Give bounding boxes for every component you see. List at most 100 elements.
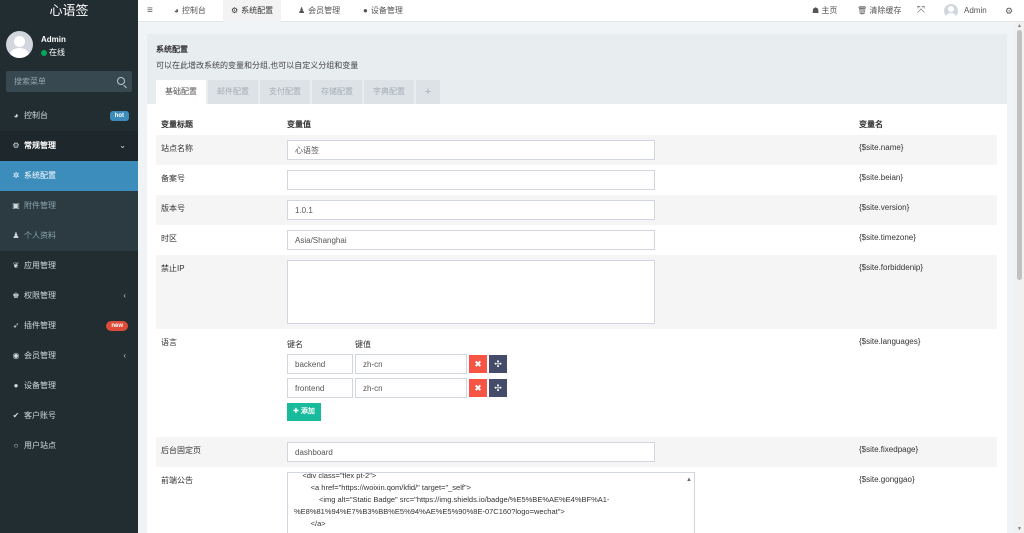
tab-label: 会员管理 (308, 6, 341, 15)
var-name: {$site.fixedpage} (859, 445, 919, 454)
sidebar-item-members[interactable]: ◉ 会员管理 ‹ (0, 341, 138, 371)
sidebar-item-apps[interactable]: ❦ 应用管理 (0, 251, 138, 281)
sidebar-item-label: 常规管理 (24, 141, 56, 150)
new-badge: new (106, 321, 128, 331)
table-row: 站点名称 {$site.name} (156, 135, 997, 165)
add-tab-button[interactable]: + (416, 80, 440, 104)
tab-members[interactable]: ♟ 会员管理 (290, 0, 348, 22)
code-line: %E8%81%94%E7%B3%BB%E5%94%AE%E5%90%8E-07C… (294, 507, 565, 516)
sidebar-item-devices[interactable]: ● 设备管理 (0, 371, 138, 401)
announcement-code-editor[interactable]: <div class="flex pt-2"> <a href="https:/… (287, 472, 695, 533)
add-label: 添加 (300, 408, 315, 415)
gear-circle-icon: ● (363, 6, 368, 15)
online-dot-icon (41, 49, 47, 56)
panel-header: 系统配置 可以在此增改系统的变量和分组,也可以自定义分组和变量 基础配置 邮件配… (147, 34, 1007, 104)
page-scrollbar[interactable]: ▲ ▼ (1015, 22, 1024, 533)
sidebar-item-sites[interactable]: ○ 用户站点 (0, 431, 138, 461)
sidebar-item-label: 应用管理 (24, 261, 56, 270)
dashboard-icon: ◕ (13, 111, 19, 120)
sidebar-item-label: 用户站点 (24, 441, 56, 450)
sidebar-item-label: 客户账号 (24, 411, 56, 420)
code-line: <img alt="Static Badge" src="https://img… (294, 495, 610, 504)
tab-dashboard[interactable]: ◕ 控制台 (166, 0, 214, 22)
drag-handle[interactable]: ✣ (489, 379, 507, 397)
tab-email[interactable]: 邮件配置 (208, 80, 258, 104)
dashboard-icon: ◕ (174, 6, 179, 15)
search-input[interactable] (6, 71, 106, 92)
user-panel: Admin 在线 (0, 22, 138, 66)
scroll-up-arrow-icon[interactable]: ▲ (686, 474, 692, 486)
row-label: 后台固定页 (161, 446, 201, 455)
version-input[interactable] (287, 200, 655, 220)
sidebar-item-attachment[interactable]: ▣ 附件管理 (0, 191, 138, 221)
table-row: 时区 {$site.timezone} (156, 225, 997, 255)
delete-button[interactable]: ✖ (469, 379, 487, 397)
rocket-icon: ➶ (12, 321, 20, 330)
sidebar-item-accounts[interactable]: ✔ 客户账号 (0, 401, 138, 431)
top-avatar[interactable] (944, 4, 958, 18)
language-key-input[interactable] (287, 354, 353, 374)
language-key-input[interactable] (287, 378, 353, 398)
leaf-icon: ❦ (12, 261, 20, 270)
forbidden-ip-textarea[interactable] (287, 260, 655, 324)
admin-menu[interactable]: Admin (964, 0, 987, 22)
drag-handle[interactable]: ✣ (489, 355, 507, 373)
arrows-icon: ✣ (494, 359, 502, 369)
sidebar-item-config[interactable]: ✲ 系统配置 (0, 161, 138, 191)
search-icon[interactable] (117, 77, 125, 85)
sidebar-item-label: 设备管理 (24, 381, 56, 390)
user-circle-icon: ◉ (12, 351, 20, 360)
file-image-icon: ▣ (12, 201, 20, 210)
scroll-up-icon[interactable]: ▲ (1017, 23, 1022, 29)
group-icon: ♚ (12, 291, 20, 300)
sidebar-item-general[interactable]: ⚙ 常规管理 ⌄ (0, 131, 138, 161)
sidebar-item-auth[interactable]: ♚ 权限管理 ‹ (0, 281, 138, 311)
scroll-down-icon[interactable]: ▼ (1017, 526, 1022, 532)
fixed-page-input[interactable] (287, 442, 655, 462)
tab-payment[interactable]: 支付配置 (260, 80, 310, 104)
timezone-input[interactable] (287, 230, 655, 250)
table-row: 后台固定页 {$site.fixedpage} (156, 437, 997, 467)
tab-basic[interactable]: 基础配置 (156, 80, 206, 104)
tab-storage[interactable]: 存储配置 (312, 80, 362, 104)
sidebar-item-label: 附件管理 (24, 201, 56, 210)
sidebar-item-plugins[interactable]: ➶ 插件管理 new (0, 311, 138, 341)
sidebar-menu: ◕ 控制台 hot ⚙ 常规管理 ⌄ ✲ 系统配置 ▣ 附件管理 ♟ 个人资料 … (0, 101, 138, 461)
bars-icon[interactable]: ≡ (147, 5, 153, 16)
tab-devices[interactable]: ● 设备管理 (355, 0, 411, 22)
chevron-left-icon: ‹ (123, 291, 126, 300)
beian-input[interactable] (287, 170, 655, 190)
language-value-input[interactable] (355, 354, 467, 374)
fullscreen-icon[interactable]: ⤧ (917, 0, 925, 22)
user-name: Admin (41, 35, 66, 44)
user-status-text: 在线 (49, 48, 65, 57)
sidebar: 心语签 Admin 在线 ◕ 控制台 hot ⚙ 常规管理 ⌄ ✲ 系统配置 (0, 0, 138, 533)
var-name: {$site.gonggao} (859, 475, 915, 484)
sidebar-item-profile[interactable]: ♟ 个人资料 (0, 221, 138, 251)
table-row: 前端公告 <div class="flex pt-2"> <a href="ht… (156, 467, 997, 533)
sidebar-item-label: 插件管理 (24, 321, 56, 330)
sidebar-item-label: 控制台 (24, 111, 48, 120)
check-circle-icon: ✔ (12, 411, 20, 420)
var-name: {$site.version} (859, 203, 910, 212)
home-link[interactable]: ☗ 主页 (812, 0, 837, 22)
clear-cache-button[interactable]: 🗑 清除缓存 (857, 0, 901, 22)
code-line: <div class="flex pt-2"> (294, 472, 377, 480)
add-language-button[interactable]: ✚ 添加 (287, 403, 321, 421)
tab-label: 系统配置 (241, 6, 274, 15)
brand-logo[interactable]: 心语签 (0, 0, 138, 22)
page-title: 系统配置 (156, 45, 188, 54)
delete-button[interactable]: ✖ (469, 355, 487, 373)
table-row: 备案号 {$site.beian} (156, 165, 997, 195)
tab-dictionary[interactable]: 字典配置 (364, 80, 414, 104)
key-header: 键名 (287, 340, 303, 349)
tab-config[interactable]: ⚙ 系统配置 (223, 0, 282, 22)
settings-gear-icon[interactable]: ⚙ (1005, 0, 1013, 22)
row-label: 站点名称 (161, 144, 193, 153)
language-value-input[interactable] (355, 378, 467, 398)
scrollbar-thumb[interactable] (1017, 30, 1022, 280)
site-name-input[interactable] (287, 140, 655, 160)
sidebar-item-label: 会员管理 (24, 351, 56, 360)
sidebar-item-label: 系统配置 (24, 171, 56, 180)
sidebar-item-dashboard[interactable]: ◕ 控制台 hot (0, 101, 138, 131)
